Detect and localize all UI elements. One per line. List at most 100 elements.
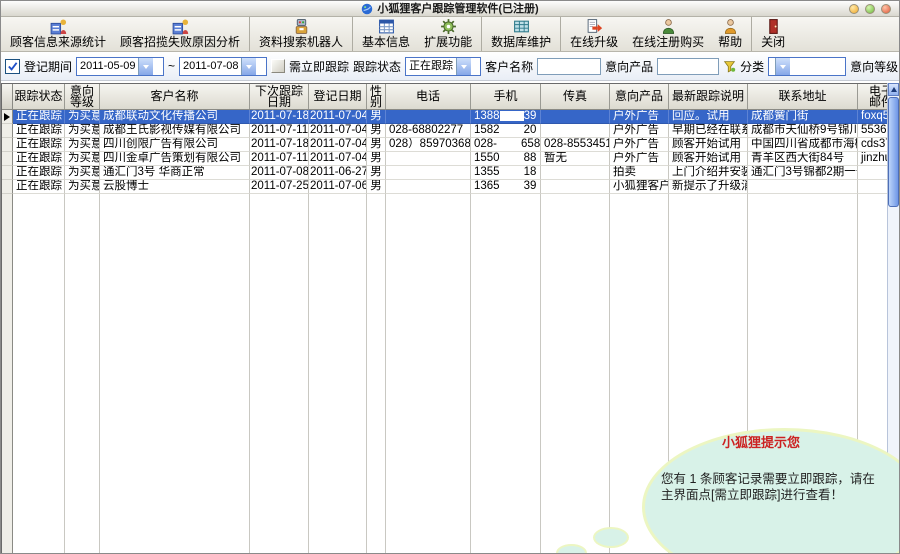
period-label: 登记期间 [24,59,73,74]
column-header-reg_date[interactable]: 登记日期 [309,84,367,109]
toolbar-item-label: 在线升级 [570,35,619,49]
toolbar-item-label: 顾客招揽失败原因分析 [120,35,241,49]
cell-status: 正在跟踪 [13,110,65,124]
cell-phone [386,110,471,124]
column-header-next_date[interactable]: 下次跟踪 日期 [250,84,309,109]
cell-status: 正在跟踪 [13,124,65,138]
cell-fax: 暂无 [541,152,610,166]
cell-status [13,194,65,553]
toolbar-item-customer-source-stats[interactable]: 顾客信息来源统计 [3,17,113,51]
customer-source-stats-icon [50,18,67,35]
table-row[interactable]: 正在跟踪 为买意 成都联动文化传播公司 2011-07-18 2011-07-04 男 13… [2,110,899,124]
filter-icon [723,60,736,73]
toolbar-item-close[interactable]: 关闭 [754,17,792,51]
cell-note: 新提示了升级消息 [669,180,748,194]
app-logo-icon [361,3,373,15]
cell-next_date [250,194,309,553]
table-row[interactable]: 正在跟踪 为买意 云股博士 2011-07-25 2011-07-06 男 1365 39 小狐… [2,180,899,194]
cell-next_date: 2011-07-18 [250,138,309,152]
intent-product-label: 意向产品 [605,59,654,74]
chevron-down-icon [241,57,257,75]
category-select[interactable] [768,56,847,76]
chevron-down-icon [775,57,791,75]
immediate-follow-checkbox[interactable] [271,59,286,73]
column-header-phone[interactable]: 电话 [386,84,471,109]
cell-mobile: 1582 20 [471,124,541,138]
cell-product: 户外广告 [610,152,669,166]
toolbar-item-online-upgrade[interactable]: 在线升级 [563,17,625,51]
redaction-box [499,110,524,121]
scrollbar-thumb[interactable] [888,97,899,207]
column-header-gender[interactable]: 性 别 [367,84,386,109]
toolbar-item-label: 扩展功能 [424,35,473,49]
toolbar-item-basic-info[interactable]: 基本信息 [355,17,417,51]
cell-level: 为买意 [65,110,100,124]
cell-next_date: 2011-07-08 [250,166,309,180]
cell-mobile: 1550 88 [471,152,541,166]
close-app-icon [765,18,782,35]
column-header-product[interactable]: 意向产品 [610,84,669,109]
cell-product: 户外广告 [610,138,669,152]
table-row[interactable]: 正在跟踪 为买意 通汇门3号 华商正常 2011-07-08 2011-06-27 男 13… [2,166,899,180]
column-header-fax[interactable]: 传真 [541,84,610,109]
row-indicator [2,152,13,166]
cell-next_date: 2011-07-11 [250,152,309,166]
toolbar-item-help[interactable]: 帮助 [711,17,749,51]
toolbar-item-label: 帮助 [718,35,743,49]
row-indicator [2,110,13,124]
table-header-row: 跟踪状态 意向 等级 客户名称 下次跟踪 日期 登记日期性 别电话 手机 传真 意向产品 最新跟… [2,84,899,110]
column-header-note[interactable]: 最新跟踪说明 [669,84,748,109]
date-from-select[interactable]: 2011-05-09 [76,56,165,76]
cell-phone [386,194,471,553]
column-header-name[interactable]: 客户名称 [100,84,250,109]
toolbar-item-failure-analysis[interactable]: 顾客招揽失败原因分析 [113,17,247,51]
period-checkbox[interactable] [5,58,20,74]
toolbar-item-extended-functions[interactable]: 扩展功能 [417,17,479,51]
cell-reg_date [309,194,367,553]
cell-level: 为买意 [65,138,100,152]
cell-gender: 男 [367,124,386,138]
cell-name [100,194,250,553]
cell-note: 回应。试用 [669,110,748,124]
selected-row-arrow-icon [4,112,10,121]
date-to-select[interactable]: 2011-07-08 [179,56,268,76]
cell-reg_date: 2011-06-27 [309,166,367,180]
redaction-box [499,166,524,177]
row-indicator [2,138,13,152]
table-row[interactable]: 正在跟踪 为买意 四川金卓广告策划有限公司 2011-07-11 2011-07-04 男… [2,152,899,166]
cell-level: 为买意 [65,152,100,166]
toolbar-item-online-register[interactable]: 在线注册购买 [625,17,711,51]
row-indicator-header [2,84,13,109]
table-row[interactable]: 正在跟踪 为买意 四川创限广告有限公司 2011-07-18 2011-07-04 男 02… [2,138,899,152]
toolbar-item-search-robot[interactable]: 资料搜索机器人 [252,17,350,51]
scroll-up-button[interactable] [888,83,899,96]
cell-name: 四川金卓广告策划有限公司 [100,152,250,166]
table-row[interactable]: 正在跟踪 为买意 成都王氏影视传媒有限公司 2011-07-11 2011-07-04 男… [2,124,899,138]
customer-name-input[interactable] [537,57,602,75]
cell-reg_date: 2011-07-04 [309,124,367,138]
toolbar-group: 顾客信息来源统计 顾客招揽失败原因分析 [3,17,247,51]
column-header-status[interactable]: 跟踪状态 [13,84,65,109]
hint-bubble-title: 小狐狸提示您 [721,435,800,450]
toolbar-item-label: 数据库维护 [491,35,552,49]
close-button[interactable] [881,4,891,14]
cell-next_date: 2011-07-18 [250,110,309,124]
cell-address: 成都黉门街 [748,110,858,124]
column-header-mobile[interactable]: 手机 [471,84,541,109]
column-header-address[interactable]: 联系地址 [748,84,858,109]
app-window: 小狐狸客户跟踪管理软件(已注册) 顾客信息来源统计 顾客招揽失败原因分析 资料搜索机… [0,0,900,554]
toolbar-item-label: 基本信息 [362,35,411,49]
redaction-box [499,180,524,191]
intent-product-input[interactable] [657,57,720,75]
cell-reg_date: 2011-07-04 [309,138,367,152]
toolbar-item-database-maintenance[interactable]: 数据库维护 [484,17,558,51]
track-status-select[interactable]: 正在跟踪 [405,56,482,76]
hint-bubble-tail [593,527,629,548]
maximize-button[interactable] [865,4,875,14]
category-label: 分类 [740,59,765,74]
minimize-button[interactable] [849,4,859,14]
extended-functions-icon [440,18,457,35]
column-header-level[interactable]: 意向 等级 [65,84,100,109]
row-indicator-column [2,194,13,553]
toolbar-item-label: 关闭 [761,35,786,49]
